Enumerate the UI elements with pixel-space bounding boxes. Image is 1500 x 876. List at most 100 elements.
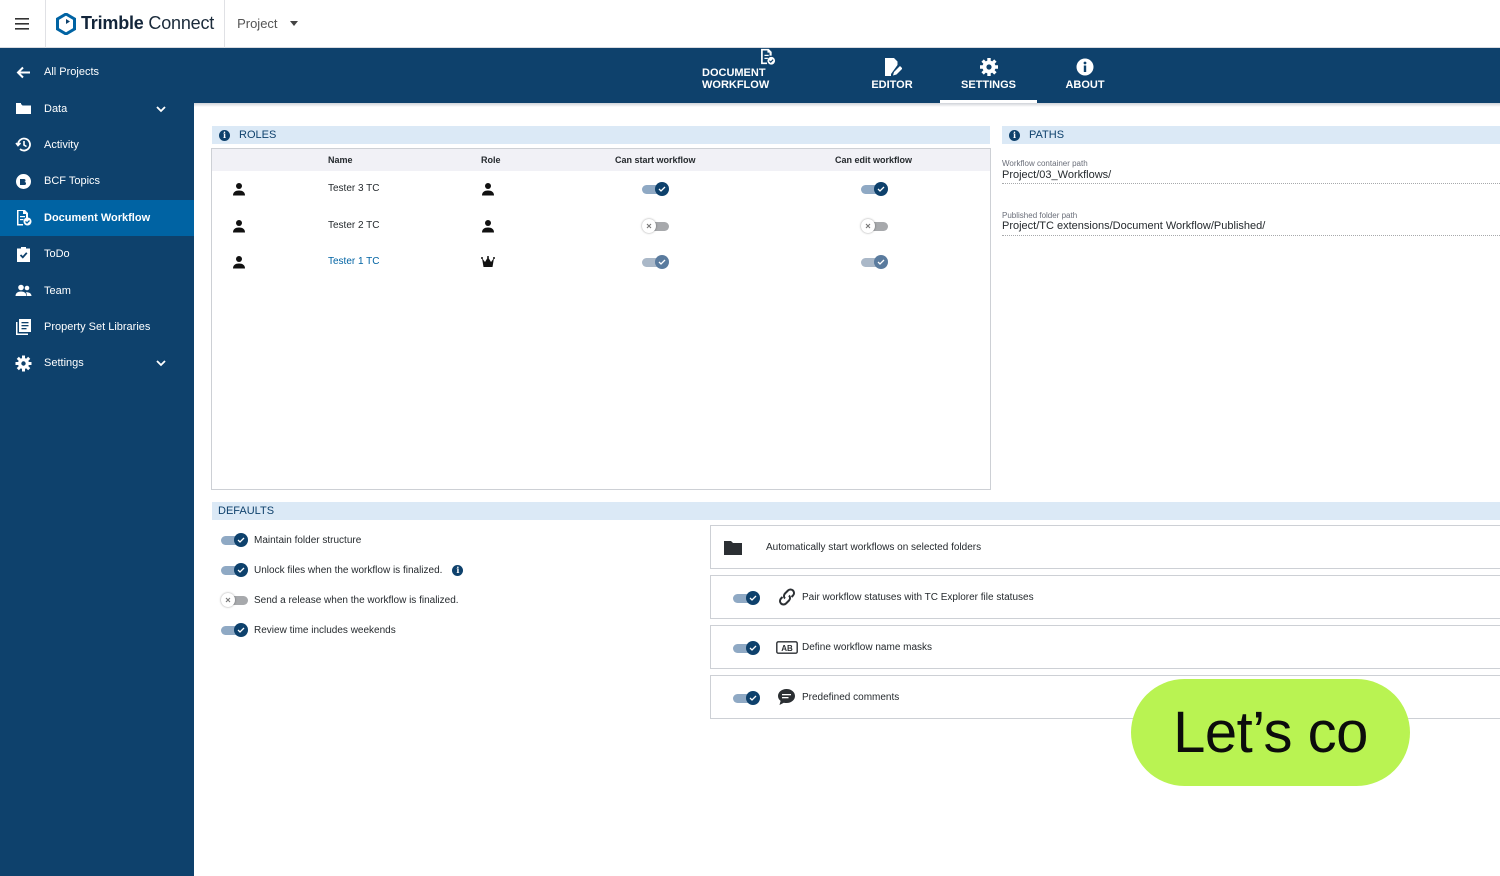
sidebar-item-settings[interactable]: Settings [0,345,194,381]
auto-start-folders-card[interactable]: Automatically start workflows on selecte… [710,525,1500,569]
container-path-label: Workflow container path [1002,159,1088,168]
pair-statuses-toggle[interactable] [733,591,760,605]
tab-editor[interactable]: EDITOR [862,48,922,103]
sidebar-item-label: All Projects [44,66,100,79]
can-edit-toggle[interactable] [861,182,888,196]
default-option-maintain-folder: Maintain folder structure [221,532,361,548]
pair-statuses-card: Pair workflow statuses with TC Explorer … [710,575,1500,619]
roles-title: ROLES [239,129,277,141]
info-icon [1076,58,1094,76]
send-release-toggle[interactable] [221,593,248,607]
column-header-can-edit[interactable]: Can edit workflow [835,155,912,165]
unlock-files-toggle[interactable] [221,563,248,577]
sidebar-item-label: Settings [44,357,84,370]
sidebar-item-document-workflow[interactable]: Document Workflow [0,199,194,236]
trimble-logo-icon [56,12,76,35]
can-start-toggle[interactable] [642,182,669,196]
column-header-role[interactable]: Role [481,155,501,165]
sidebar-item-bcf-topics[interactable]: BCF Topics [0,163,194,199]
caret-down-icon [289,21,298,26]
tab-about[interactable]: ABOUT [1055,48,1115,103]
info-icon[interactable]: i [1009,129,1020,141]
brand-name: Trimble [81,13,144,33]
document-workflow-icon [17,210,32,226]
card-label: Define workflow name masks [802,641,933,653]
can-edit-toggle[interactable] [861,218,888,233]
bcf-icon [16,173,31,189]
column-header-name[interactable]: Name [328,155,353,165]
card-label: Automatically start workflows on selecte… [766,541,982,553]
edit-document-icon [885,58,902,76]
svg-text:AB: AB [781,644,793,653]
name-masks-toggle[interactable] [733,641,760,655]
maintain-folder-toggle[interactable] [221,533,248,547]
published-path-underline [1002,235,1500,236]
crown-icon[interactable] [481,255,495,269]
chevron-down-icon [156,105,166,112]
predefined-comments-toggle[interactable] [733,691,760,705]
tab-bar: DOCUMENT WORKFLOW EDITOR SETTINGS ABOUT [194,48,1500,103]
can-start-toggle[interactable] [642,218,669,233]
paths-title: PATHS [1029,129,1065,141]
option-label: Send a release when the workflow is fina… [254,594,459,606]
sidebar-item-data[interactable]: Data [0,90,194,126]
tab-document-workflow[interactable]: DOCUMENT WORKFLOW [702,48,832,103]
folder-icon [724,541,742,555]
option-label: Maintain folder structure [254,534,362,546]
brand-logo[interactable]: Trimble Connect [46,0,226,48]
brand-product: Connect [143,13,215,33]
tab-label: DOCUMENT WORKFLOW [702,67,770,91]
sidebar-item-all-projects[interactable]: All Projects [0,54,194,90]
member-role-icon[interactable] [481,219,495,233]
history-icon [15,138,31,152]
arrow-left-icon [16,66,30,78]
review-weekends-toggle[interactable] [221,623,248,637]
default-option-review-weekends: Review time includes weekends [221,622,396,638]
gear-icon [979,58,998,76]
tab-settings[interactable]: SETTINGS [940,48,1037,103]
option-label: Review time includes weekends [254,624,396,636]
sidebar-item-label: Data [44,102,68,115]
hamburger-icon [14,17,29,30]
paths-section-header: i PATHS [1002,126,1500,144]
sidebar-item-activity[interactable]: Activity [0,127,194,163]
info-icon[interactable]: i [219,129,230,141]
cta-bubble[interactable]: Let’s co [1131,679,1410,786]
column-header-can-start[interactable]: Can start workflow [615,155,696,165]
folder-icon [16,103,31,115]
roles-section-header: i ROLES [212,126,990,144]
document-workflow-icon [761,48,776,65]
person-icon [233,219,245,232]
can-edit-toggle[interactable] [861,255,888,269]
container-path-input[interactable]: Project/03_Workflows/ [1002,169,1111,181]
person-icon [233,183,245,196]
sidebar-item-team[interactable]: Team [0,272,194,308]
user-name: Tester 1 TC [328,256,380,267]
published-path-label: Published folder path [1002,211,1078,220]
container-path-underline [1002,183,1500,184]
option-label: Unlock files when the workflow is finali… [254,564,443,576]
sidebar-item-todo[interactable]: ToDo [0,236,194,272]
cta-text: Let’s co [1173,700,1368,765]
published-path-input[interactable]: Project/TC extensions/Document Workflow/… [1002,220,1265,232]
top-bar: Trimble Connect Project [0,0,1500,48]
table-row: Tester 1 TC [212,244,990,281]
sidebar-item-label: Document Workflow [44,211,151,224]
member-role-icon[interactable] [481,182,495,196]
table-row: Tester 3 TC [212,171,990,208]
user-name: Tester 2 TC [328,219,380,231]
project-selector-label: Project [237,16,278,31]
menu-button[interactable] [0,0,46,48]
sidebar-item-property-set-libraries[interactable]: Property Set Libraries [0,309,194,345]
tab-bar-shadow [194,103,1500,107]
project-selector[interactable]: Project [225,16,298,31]
roles-table-header: Name Role Can start workflow Can edit wo… [212,149,990,171]
can-start-toggle[interactable] [642,255,669,269]
default-option-send-release: Send a release when the workflow is fina… [221,592,459,608]
tab-label: SETTINGS [960,79,1016,91]
gear-icon [15,355,32,372]
info-icon[interactable]: i [452,564,464,576]
sidebar-item-label: ToDo [44,248,70,261]
sidebar-item-label: BCF Topics [44,175,101,188]
roles-table: Name Role Can start workflow Can edit wo… [211,148,991,490]
